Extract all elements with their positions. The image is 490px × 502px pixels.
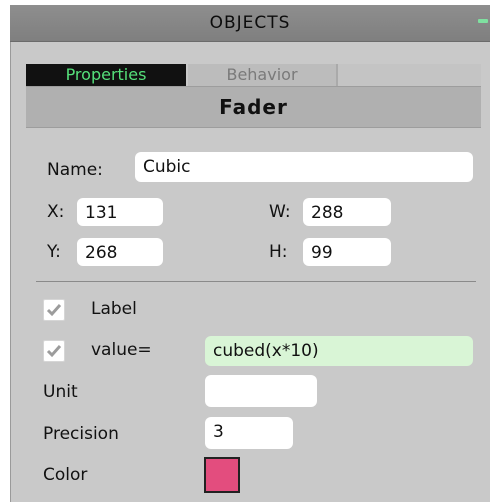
value-expression-field[interactable]: cubed(x*10) — [205, 336, 473, 366]
panel-title: OBJECTS — [209, 13, 291, 33]
color-label: Color — [43, 465, 88, 485]
label-checkbox[interactable] — [43, 299, 65, 321]
w-label: W: — [269, 202, 291, 222]
name-label: Name: — [47, 160, 103, 180]
unit-field[interactable] — [205, 375, 317, 407]
value-checkbox[interactable] — [43, 340, 65, 362]
w-field[interactable]: 288 — [303, 198, 391, 226]
unit-label: Unit — [43, 382, 78, 402]
value-option-label: value= — [91, 340, 152, 360]
precision-label: Precision — [43, 424, 119, 444]
label-option-label: Label — [91, 299, 137, 319]
color-swatch[interactable] — [204, 457, 240, 493]
h-label: H: — [269, 242, 288, 262]
object-type-header: Fader — [26, 86, 481, 128]
checkmark-icon — [46, 345, 62, 358]
panel-body: Properties Behavior Fader Name: Cubic X:… — [10, 42, 490, 502]
x-label: X: — [47, 202, 65, 222]
panel-titlebar[interactable]: OBJECTS — [10, 5, 490, 42]
objects-panel: OBJECTS Properties Behavior Fader Name: … — [0, 0, 490, 502]
tab-behavior[interactable]: Behavior — [188, 64, 338, 86]
tab-bar: Properties Behavior — [26, 64, 481, 86]
section-divider — [36, 281, 476, 282]
name-field[interactable]: Cubic — [135, 152, 473, 182]
tab-properties[interactable]: Properties — [26, 64, 186, 86]
y-field[interactable]: 268 — [77, 238, 163, 266]
y-label: Y: — [47, 242, 61, 262]
minimize-icon[interactable] — [478, 19, 488, 23]
h-field[interactable]: 99 — [303, 238, 391, 266]
tab-bar-filler — [338, 64, 481, 86]
x-field[interactable]: 131 — [77, 198, 163, 226]
precision-field[interactable]: 3 — [205, 417, 293, 449]
checkmark-icon — [46, 304, 62, 317]
